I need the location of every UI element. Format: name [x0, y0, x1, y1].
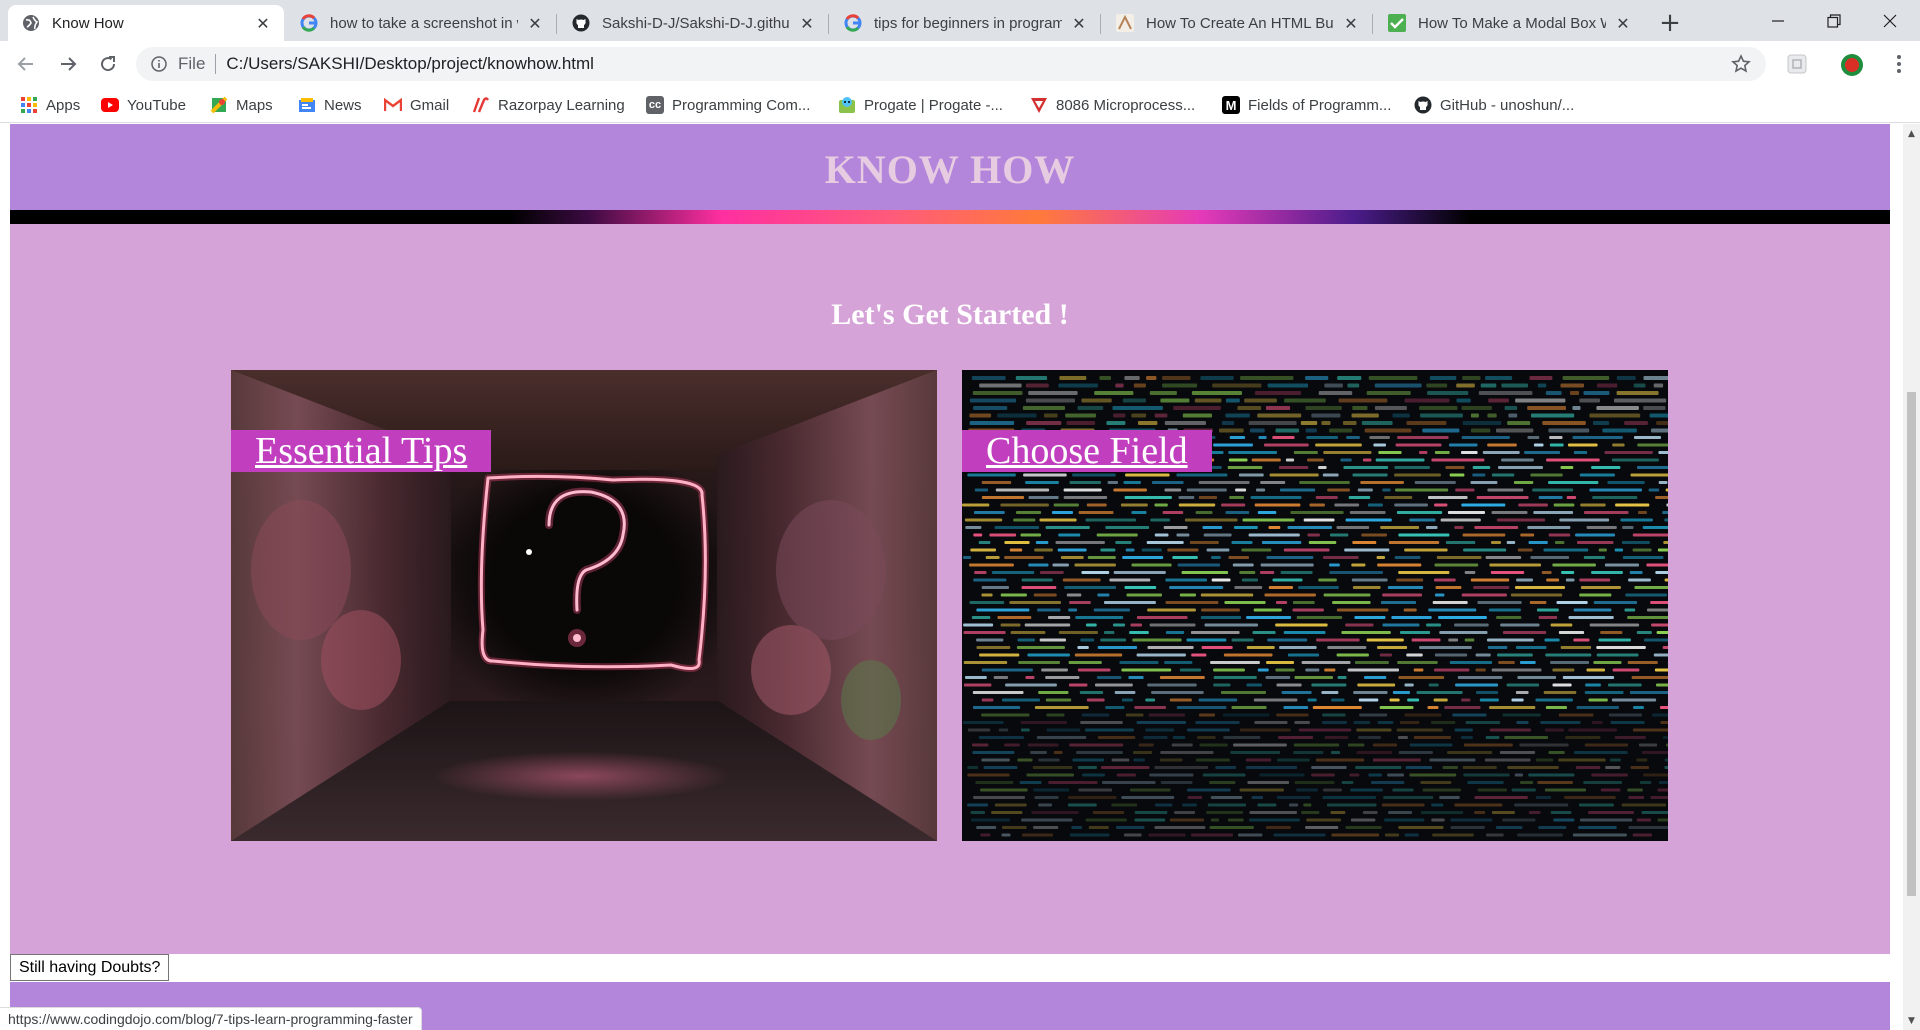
bookmark-programming-com[interactable]: cc Programming Com...	[646, 93, 810, 117]
page-title: KNOW HOW	[824, 146, 1076, 192]
bookmark-label: Gmail	[410, 96, 450, 114]
bookmark-label: Programming Com...	[672, 96, 811, 114]
w3schools-icon	[1388, 14, 1406, 32]
bookmark-progate[interactable]: Progate | Progate -...	[838, 93, 1003, 117]
scroll-down-icon[interactable]: ▼	[1906, 1015, 1917, 1026]
forward-button[interactable]	[52, 48, 84, 80]
tab-html-button[interactable]: How To Create An HTML Butt ✕	[1102, 5, 1372, 41]
scroll-thumb[interactable]	[1907, 392, 1916, 896]
news-icon	[298, 96, 316, 114]
minimize-button[interactable]	[1748, 0, 1808, 41]
status-bar-url: https://www.codingdojo.com/blog/7-tips-l…	[0, 1007, 422, 1030]
bookmark-news[interactable]: News	[298, 93, 362, 117]
bookmark-label: GitHub - unoshun/...	[1440, 96, 1575, 114]
url-scheme: File	[178, 54, 206, 73]
maps-icon	[210, 96, 228, 114]
w3-icon	[1116, 14, 1134, 32]
arrow-left-icon	[17, 57, 33, 71]
new-tab-button[interactable]: +	[1655, 8, 1685, 38]
essential-tips-link[interactable]: Essential Tips	[231, 430, 492, 472]
google-icon	[844, 14, 862, 32]
close-icon[interactable]: ✕	[526, 14, 544, 33]
tab-title: How To Make a Modal Box W	[1418, 14, 1606, 32]
v-icon	[1030, 96, 1048, 114]
youtube-icon	[101, 96, 119, 114]
tab-title: Know How	[52, 14, 124, 32]
choose-field-link[interactable]: Choose Field	[962, 430, 1212, 472]
bookmark-razorpay[interactable]: Razorpay Learning	[472, 93, 625, 117]
bookmark-gmail[interactable]: Gmail	[384, 93, 449, 117]
bookmark-label: Progate | Progate -...	[864, 96, 1003, 114]
bookmark-label: Maps	[236, 96, 273, 114]
github-icon	[1414, 96, 1432, 114]
gmail-icon	[384, 96, 402, 114]
arrow-right-icon	[61, 57, 77, 71]
close-icon[interactable]: ✕	[254, 14, 272, 33]
google-icon	[300, 14, 318, 32]
page-viewport: KNOW HOW Let's Get Started ! Essential T…	[0, 124, 1903, 1030]
footer-strip	[10, 954, 1890, 978]
close-icon[interactable]: ✕	[1614, 14, 1632, 33]
url-divider	[215, 54, 217, 74]
globe-icon	[22, 14, 40, 32]
main-content: Let's Get Started ! Essential Tips Choos…	[10, 224, 1890, 954]
bookmark-label: 8086 Microprocess...	[1056, 96, 1196, 114]
razorpay-icon	[472, 96, 490, 114]
bookmark-label: Razorpay Learning	[498, 96, 625, 114]
tab-know-how[interactable]: Know How ✕	[8, 5, 284, 41]
still-having-doubts-button[interactable]: Still having Doubts?	[10, 954, 170, 981]
tab-title: how to take a screenshot in w	[330, 14, 518, 32]
tab-title: tips for beginners in program	[874, 14, 1062, 32]
reload-button[interactable]	[92, 48, 124, 80]
site-header: KNOW HOW	[10, 124, 1890, 210]
section-subtitle: Let's Get Started !	[831, 298, 1069, 331]
star-icon[interactable]	[1730, 53, 1752, 75]
tab-google-tips[interactable]: tips for beginners in program ✕	[830, 5, 1100, 41]
bookmark-youtube[interactable]: YouTube	[101, 93, 186, 117]
bookmark-maps[interactable]: Maps	[210, 93, 273, 117]
tab-strip: Know How ✕ how to take a screenshot in w…	[0, 0, 1920, 41]
progate-icon	[838, 96, 856, 114]
browser-toolbar: File C:/Users/SAKSHI/Desktop/project/kno…	[0, 41, 1920, 87]
choose-field-card[interactable]: Choose Field	[962, 370, 1668, 841]
github-icon	[572, 14, 590, 32]
close-icon[interactable]: ✕	[1070, 14, 1088, 33]
menu-icon[interactable]	[1888, 53, 1910, 75]
bookmark-apps[interactable]: Apps	[20, 93, 80, 117]
tab-title: How To Create An HTML Butt	[1146, 14, 1334, 32]
bookmarks-bar: Apps YouTube Maps News Gmail Razorpay Le…	[0, 87, 1920, 123]
address-bar[interactable]: File C:/Users/SAKSHI/Desktop/project/kno…	[136, 47, 1766, 81]
vertical-scrollbar[interactable]: ▲ ▼	[1903, 124, 1920, 1030]
reload-icon	[101, 56, 116, 72]
restore-button[interactable]	[1804, 0, 1864, 41]
essential-tips-card[interactable]: Essential Tips	[231, 370, 937, 841]
back-button[interactable]	[10, 48, 42, 80]
apps-grid-icon	[20, 96, 38, 114]
tab-github[interactable]: Sakshi-D-J/Sakshi-D-J.githuk ✕	[558, 5, 828, 41]
info-icon[interactable]	[150, 55, 168, 73]
bookmark-label: YouTube	[127, 96, 186, 114]
bookmark-8086[interactable]: 8086 Microprocess...	[1030, 93, 1195, 117]
url-text[interactable]: C:/Users/SAKSHI/Desktop/project/knowhow.…	[226, 54, 594, 74]
hero-image-strip	[10, 210, 1890, 224]
tab-google-screenshot[interactable]: how to take a screenshot in w ✕	[286, 5, 556, 41]
close-icon[interactable]: ✕	[1342, 14, 1360, 33]
bookmark-label: Apps	[46, 96, 81, 114]
medium-icon: M	[1222, 96, 1240, 114]
cc-icon: cc	[646, 96, 664, 114]
bookmark-fields-of-programming[interactable]: M Fields of Programm...	[1222, 93, 1391, 117]
bookmark-label: Fields of Programm...	[1248, 96, 1392, 114]
window-close-button[interactable]	[1860, 0, 1920, 41]
scroll-up-icon[interactable]: ▲	[1906, 128, 1917, 139]
extension-icon[interactable]	[1786, 53, 1808, 75]
close-icon[interactable]: ✕	[798, 14, 816, 33]
tab-title: Sakshi-D-J/Sakshi-D-J.githuk	[602, 14, 790, 32]
bookmark-label: News	[324, 96, 362, 114]
tab-modal-box[interactable]: How To Make a Modal Box W ✕	[1374, 5, 1644, 41]
profile-avatar[interactable]	[1840, 53, 1863, 76]
bookmark-github-unoshun[interactable]: GitHub - unoshun/...	[1414, 93, 1574, 117]
